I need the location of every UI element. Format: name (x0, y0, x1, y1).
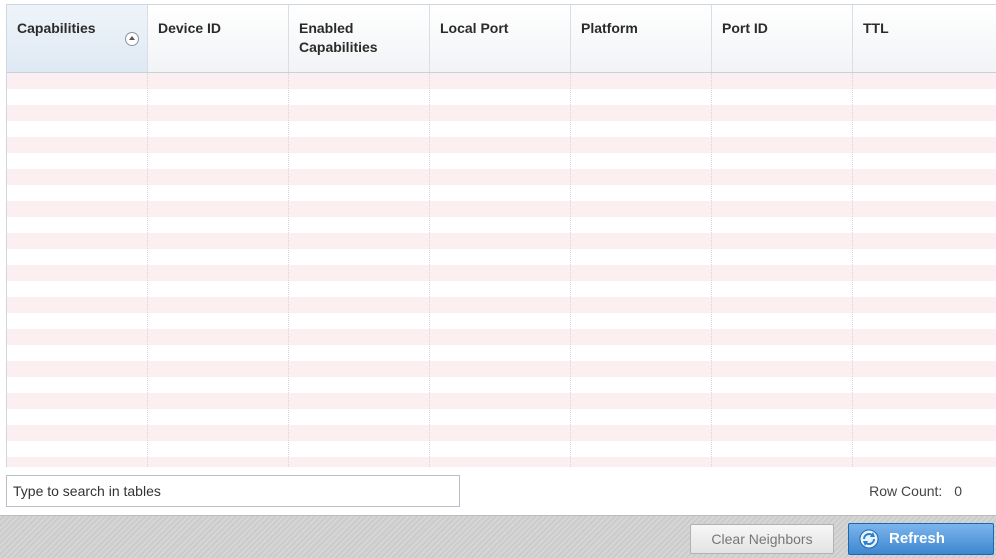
table-body (7, 73, 996, 467)
column-header-capabilities[interactable]: Capabilities (7, 5, 148, 72)
row-count-value: 0 (954, 483, 962, 499)
column-body (712, 73, 853, 467)
column-body (148, 73, 289, 467)
table-header: Capabilities Device ID Enabled Capabilit… (7, 5, 996, 73)
column-header-device-id[interactable]: Device ID (148, 5, 289, 72)
column-header-label: Port ID (722, 20, 768, 36)
table-search-input[interactable]: Type to search in tables (6, 475, 460, 507)
sort-ascending-icon[interactable] (125, 32, 139, 46)
column-header-label: Local Port (440, 20, 509, 36)
column-body (289, 73, 430, 467)
column-header-label: Capabilities (17, 20, 96, 36)
row-count-label: Row Count: (869, 483, 943, 499)
refresh-button[interactable]: Refresh (848, 523, 994, 555)
column-header-local-port[interactable]: Local Port (430, 5, 571, 72)
neighbors-table: Capabilities Device ID Enabled Capabilit… (6, 4, 996, 467)
column-body (7, 73, 148, 467)
column-header-platform[interactable]: Platform (571, 5, 712, 72)
refresh-icon (859, 529, 879, 549)
column-body (853, 73, 994, 467)
refresh-button-label: Refresh (889, 530, 945, 547)
row-count: Row Count: 0 (869, 483, 962, 499)
column-header-enabled-capabilities[interactable]: Enabled Capabilities (289, 5, 430, 72)
column-header-label: Device ID (158, 20, 222, 36)
column-header-label: Platform (581, 20, 638, 36)
column-header-label: Enabled Capabilities (299, 20, 378, 55)
column-body (571, 73, 712, 467)
column-header-port-id[interactable]: Port ID (712, 5, 853, 72)
column-header-ttl[interactable]: TTL (853, 5, 994, 72)
clear-neighbors-button[interactable]: Clear Neighbors (690, 524, 834, 554)
column-header-label: TTL (863, 20, 889, 36)
column-body (430, 73, 571, 467)
footer-toolbar (0, 515, 996, 558)
